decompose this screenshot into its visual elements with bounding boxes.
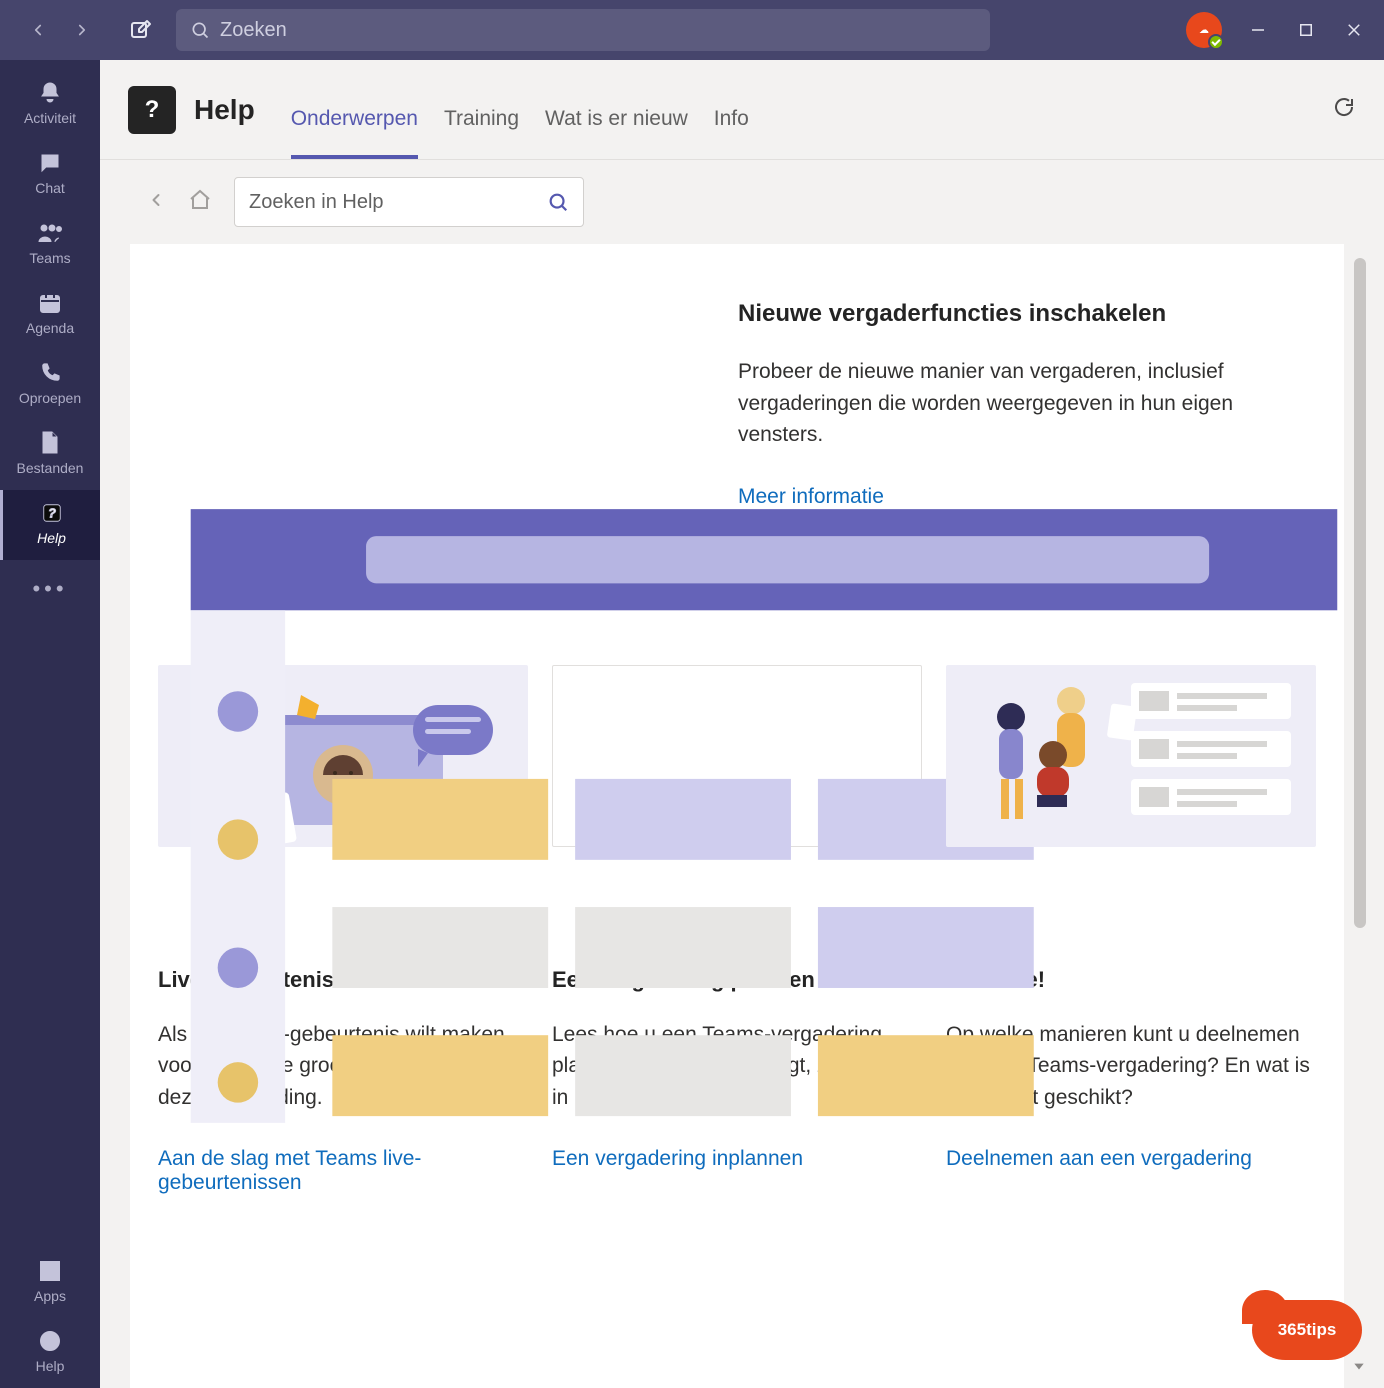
refresh-button[interactable] [1332,95,1356,124]
help-app-icon: ? [128,86,176,134]
rail-item-apps[interactable]: Apps [0,1248,100,1318]
scroll-down-icon[interactable] [1352,1359,1366,1378]
rail-item-help[interactable]: ? Help [0,490,100,560]
page-title: Help [194,94,255,126]
avatar-icon: ☁ [1199,25,1209,36]
rail-label: Activiteit [0,110,100,126]
help-search[interactable] [234,177,584,227]
rail-label: Help [0,1358,100,1374]
global-search-input[interactable] [220,19,976,42]
svg-text:?: ? [48,506,56,521]
rail-item-calls[interactable]: Oproepen [0,350,100,420]
history-nav [0,21,120,39]
card-illustration [552,665,922,847]
rail-item-chat[interactable]: Chat [0,140,100,210]
scrollbar[interactable] [1354,258,1366,928]
rail-item-activity[interactable]: Activiteit [0,70,100,140]
maximize-button[interactable] [1294,18,1318,42]
global-search[interactable] [176,9,990,51]
rail-item-files[interactable]: Bestanden [0,420,100,490]
help-content: Nieuwe vergaderfuncties inschakelen Prob… [130,244,1344,1388]
close-button[interactable] [1342,18,1366,42]
rail-label: Oproepen [0,390,100,406]
help-back-button[interactable] [146,190,166,215]
back-button[interactable] [29,21,47,39]
card-illustration [946,665,1316,847]
help-cards: Live-gebeurtenissen Als u een live-gebeu… [158,665,1316,1196]
forward-button[interactable] [73,21,91,39]
help-toolbar [100,160,1384,244]
app-rail: Activiteit Chat Teams Agenda Oproepen [0,60,100,1388]
rail-label: Agenda [0,320,100,336]
tab-training[interactable]: Training [444,107,519,159]
teams-icon [0,220,100,246]
apps-icon [0,1258,100,1284]
rail-label: Bestanden [0,460,100,476]
rail-label: Help [3,530,100,546]
chat-icon [0,150,100,176]
search-icon [547,191,569,213]
brand-badge[interactable]: 365tips [1252,1300,1362,1360]
tab-info[interactable]: Info [714,107,749,159]
tab-whatsnew[interactable]: Wat is er nieuw [545,107,688,159]
help-home-button[interactable] [188,188,212,217]
rail-item-teams[interactable]: Teams [0,210,100,280]
help-icon: ? [3,500,100,526]
rail-label: Teams [0,250,100,266]
minimize-button[interactable] [1246,18,1270,42]
main: ? Help Onderwerpen Training Wat is er ni… [100,60,1384,1388]
brand-badge-label: 365tips [1278,1320,1337,1340]
avatar[interactable]: ☁ [1186,12,1222,48]
search-icon [190,20,210,40]
tab-onderwerpen[interactable]: Onderwerpen [291,107,418,159]
help-circle-icon [0,1328,100,1354]
calendar-icon [0,290,100,316]
titlebar-right: ☁ [1186,12,1384,48]
compose-button[interactable] [120,18,162,42]
help-search-input[interactable] [249,191,547,214]
titlebar: ☁ [0,0,1384,60]
rail-item-calendar[interactable]: Agenda [0,280,100,350]
rail-more[interactable]: ••• [0,566,100,616]
rail-label: Chat [0,180,100,196]
rail-label: Apps [0,1288,100,1304]
phone-icon [0,360,100,386]
presence-badge [1208,34,1224,50]
file-icon [0,430,100,456]
help-header: ? Help Onderwerpen Training Wat is er ni… [100,60,1384,160]
help-tabs: Onderwerpen Training Wat is er nieuw Inf… [291,60,749,159]
rail-item-help-bottom[interactable]: Help [0,1318,100,1388]
bell-icon [0,80,100,106]
card-plan-meeting: Een vergadering plannen Lees hoe u een T… [552,665,922,1196]
